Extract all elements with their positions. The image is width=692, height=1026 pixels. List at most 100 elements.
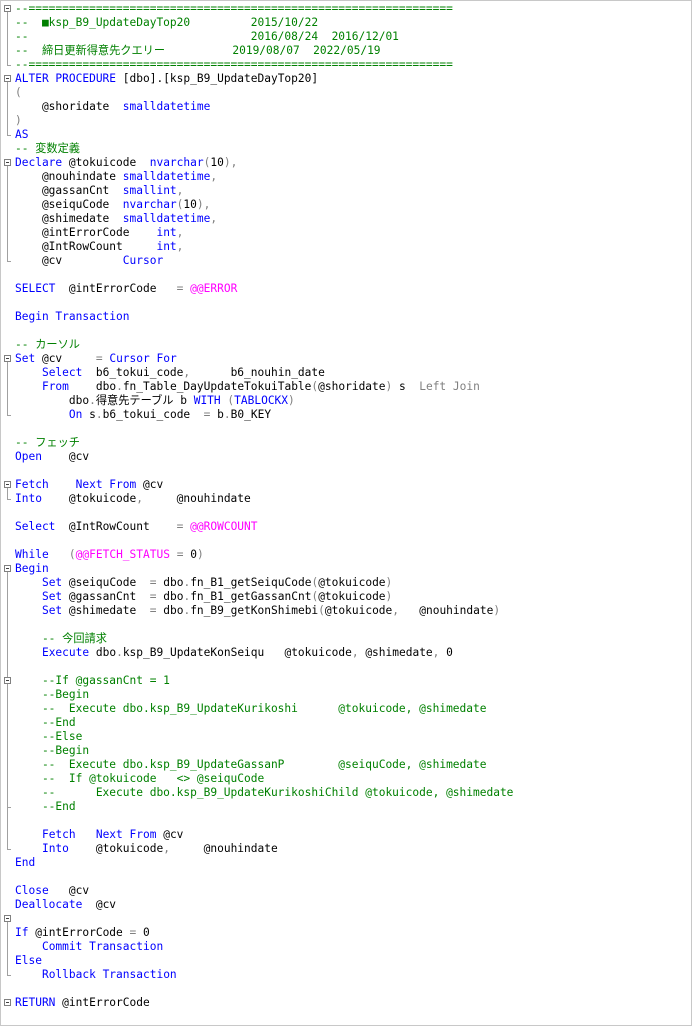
code-token: 0 — [143, 926, 150, 939]
code-line[interactable]: --If @gassanCnt = 1 — [15, 674, 170, 688]
fold-toggle-icon[interactable] — [4, 159, 11, 166]
code-line[interactable]: -- 2016/08/24 2016/12/01 — [15, 30, 399, 44]
code-line[interactable]: Select b6_tokui_code, b6_nouhin_date — [15, 366, 325, 380]
code-token: @shimedate — [358, 646, 433, 659]
code-line[interactable]: On s.b6_tokui_code = b.B0_KEY — [15, 408, 271, 422]
code-token: s — [392, 380, 420, 393]
code-line[interactable]: @intErrorCode int, — [15, 226, 183, 240]
code-line[interactable]: Execute dbo.ksp_B9_UpdateKonSeiqu @tokui… — [15, 646, 453, 660]
code-line[interactable]: Set @seiquCode = dbo.fn_B1_getSeiquCode(… — [15, 576, 392, 590]
code-line[interactable]: RETURN @intErrorCode — [15, 996, 150, 1010]
fold-toggle-icon[interactable] — [4, 5, 11, 12]
code-line[interactable]: -- 変数定義 — [15, 142, 80, 156]
code-line[interactable]: Open @cv — [15, 450, 89, 464]
code-token: Begin Transaction — [15, 310, 130, 323]
code-token: @seiquCode — [15, 198, 123, 211]
code-line[interactable]: @gassanCnt smallint, — [15, 184, 183, 198]
code-line[interactable]: @shimedate smalldatetime, — [15, 212, 217, 226]
code-token: ( — [68, 548, 76, 561]
code-line[interactable]: @seiquCode nvarchar(10), — [15, 198, 210, 212]
code-line[interactable]: Fetch Next From @cv — [15, 478, 163, 492]
code-line[interactable]: -- 締日更新得意先クエリー 2019/08/07 2022/05/19 — [15, 44, 381, 58]
code-token: Into — [15, 492, 42, 505]
code-line[interactable]: Set @cv = Cursor For — [15, 352, 177, 366]
code-line[interactable]: -- 今回請求 — [15, 632, 107, 646]
code-line[interactable]: -- Execute dbo.ksp_B9_UpdateKurikoshi @t… — [15, 702, 487, 716]
code-line[interactable]: Deallocate @cv — [15, 898, 116, 912]
fold-toggle-icon[interactable] — [4, 481, 11, 488]
code-line[interactable]: dbo.得意先テーブル b WITH (TABLOCKX) — [15, 394, 295, 408]
code-line[interactable]: ) — [15, 114, 22, 128]
code-token: fn_B1_getGassanCnt — [190, 590, 312, 603]
fold-toggle-icon[interactable] — [4, 75, 11, 82]
fold-toggle-icon[interactable] — [4, 915, 11, 922]
fold-end-marker — [7, 415, 11, 416]
code-token: Fetch Next From — [41, 828, 164, 841]
code-line[interactable]: --======================================… — [15, 2, 453, 16]
code-line[interactable]: -- Execute dbo.ksp_B9_UpdateGassanP @sei… — [15, 758, 487, 772]
code-line[interactable]: @IntRowCount int, — [15, 240, 183, 254]
code-token: @shoridate — [15, 100, 123, 113]
code-line[interactable]: AS — [15, 128, 28, 142]
code-line[interactable]: Close @cv — [15, 884, 89, 898]
code-line[interactable]: --End — [15, 716, 76, 730]
code-line[interactable]: -- フェッチ — [15, 436, 80, 450]
code-area[interactable]: --======================================… — [15, 1, 691, 1025]
code-line[interactable]: -- Execute dbo.ksp_B9_UpdateKurikoshiChi… — [15, 786, 514, 800]
code-line[interactable]: --End — [15, 800, 76, 814]
code-line[interactable]: Set @shimedate = dbo.fn_B9_getKonShimebi… — [15, 604, 500, 618]
code-line[interactable]: @shoridate smalldatetime — [15, 100, 210, 114]
code-line[interactable]: From dbo.fn_Table_DayUpdateTokuiTable(@s… — [15, 380, 480, 394]
code-editor[interactable]: --======================================… — [0, 0, 692, 1026]
fold-toggle-icon[interactable] — [4, 565, 11, 572]
code-token: Left Join — [419, 380, 480, 393]
code-line[interactable]: -- ■ksp_B9_UpdateDayTop20 2015/10/22 — [15, 16, 318, 30]
code-line[interactable]: -- If @tokuicode <> @seiquCode — [15, 772, 264, 786]
code-token: = — [149, 590, 164, 603]
code-line[interactable]: Into @tokuicode, @nouhindate — [15, 842, 278, 856]
code-token: @intErrorCode — [15, 226, 157, 239]
code-line[interactable]: Select @IntRowCount = @@ROWCOUNT — [15, 520, 258, 534]
code-line[interactable]: Rollback Transaction — [15, 968, 177, 982]
code-token: @cv — [82, 898, 117, 911]
fold-toggle-icon[interactable] — [4, 677, 11, 684]
code-token: Begin — [15, 562, 49, 575]
code-line[interactable]: Fetch Next From @cv — [15, 828, 183, 842]
code-line[interactable]: End — [15, 856, 35, 870]
code-token: Cursor — [122, 254, 164, 267]
code-token: = — [203, 408, 218, 421]
code-token: Else — [15, 954, 42, 967]
code-line[interactable]: Begin — [15, 562, 49, 576]
code-token: Fetch Next From — [15, 478, 143, 491]
code-line[interactable]: --Else — [15, 730, 82, 744]
code-line[interactable]: Into @tokuicode, @nouhindate — [15, 492, 251, 506]
code-line[interactable]: ALTER PROCEDURE [dbo].[ksp_B9_UpdateDayT… — [15, 72, 318, 86]
code-line[interactable]: @nouhindate smalldatetime, — [15, 170, 217, 184]
code-token: dbo — [15, 394, 90, 407]
code-line[interactable]: Else — [15, 954, 42, 968]
code-token: @intErrorCode — [35, 926, 130, 939]
code-line[interactable]: Begin Transaction — [15, 310, 130, 324]
code-token: ) — [196, 548, 204, 561]
code-token: @IntRowCount — [15, 240, 157, 253]
code-line[interactable]: If @intErrorCode = 0 — [15, 926, 150, 940]
code-line[interactable]: -- カーソル — [15, 338, 80, 352]
code-line[interactable]: --======================================… — [15, 58, 453, 72]
code-line[interactable]: Commit Transaction — [15, 940, 163, 954]
code-line[interactable]: @cv Cursor — [15, 254, 163, 268]
code-line[interactable]: While (@@FETCH_STATUS = 0) — [15, 548, 204, 562]
code-line[interactable]: Declare @tokuicode nvarchar(10), — [15, 156, 237, 170]
code-token: = — [149, 576, 164, 589]
code-token: Set — [41, 576, 69, 589]
code-line[interactable]: --Begin — [15, 744, 89, 758]
code-line[interactable]: --Begin — [15, 688, 89, 702]
code-token: ) — [385, 576, 393, 589]
fold-range-line — [7, 684, 8, 807]
code-line[interactable]: Set @gassanCnt = dbo.fn_B1_getGassanCnt(… — [15, 590, 392, 604]
code-line[interactable]: ( — [15, 86, 22, 100]
fold-toggle-icon[interactable] — [4, 999, 11, 1006]
code-token: smalldatetime — [122, 170, 211, 183]
fold-toggle-icon[interactable] — [4, 355, 11, 362]
code-line[interactable]: SELECT @intErrorCode = @@ERROR — [15, 282, 237, 296]
